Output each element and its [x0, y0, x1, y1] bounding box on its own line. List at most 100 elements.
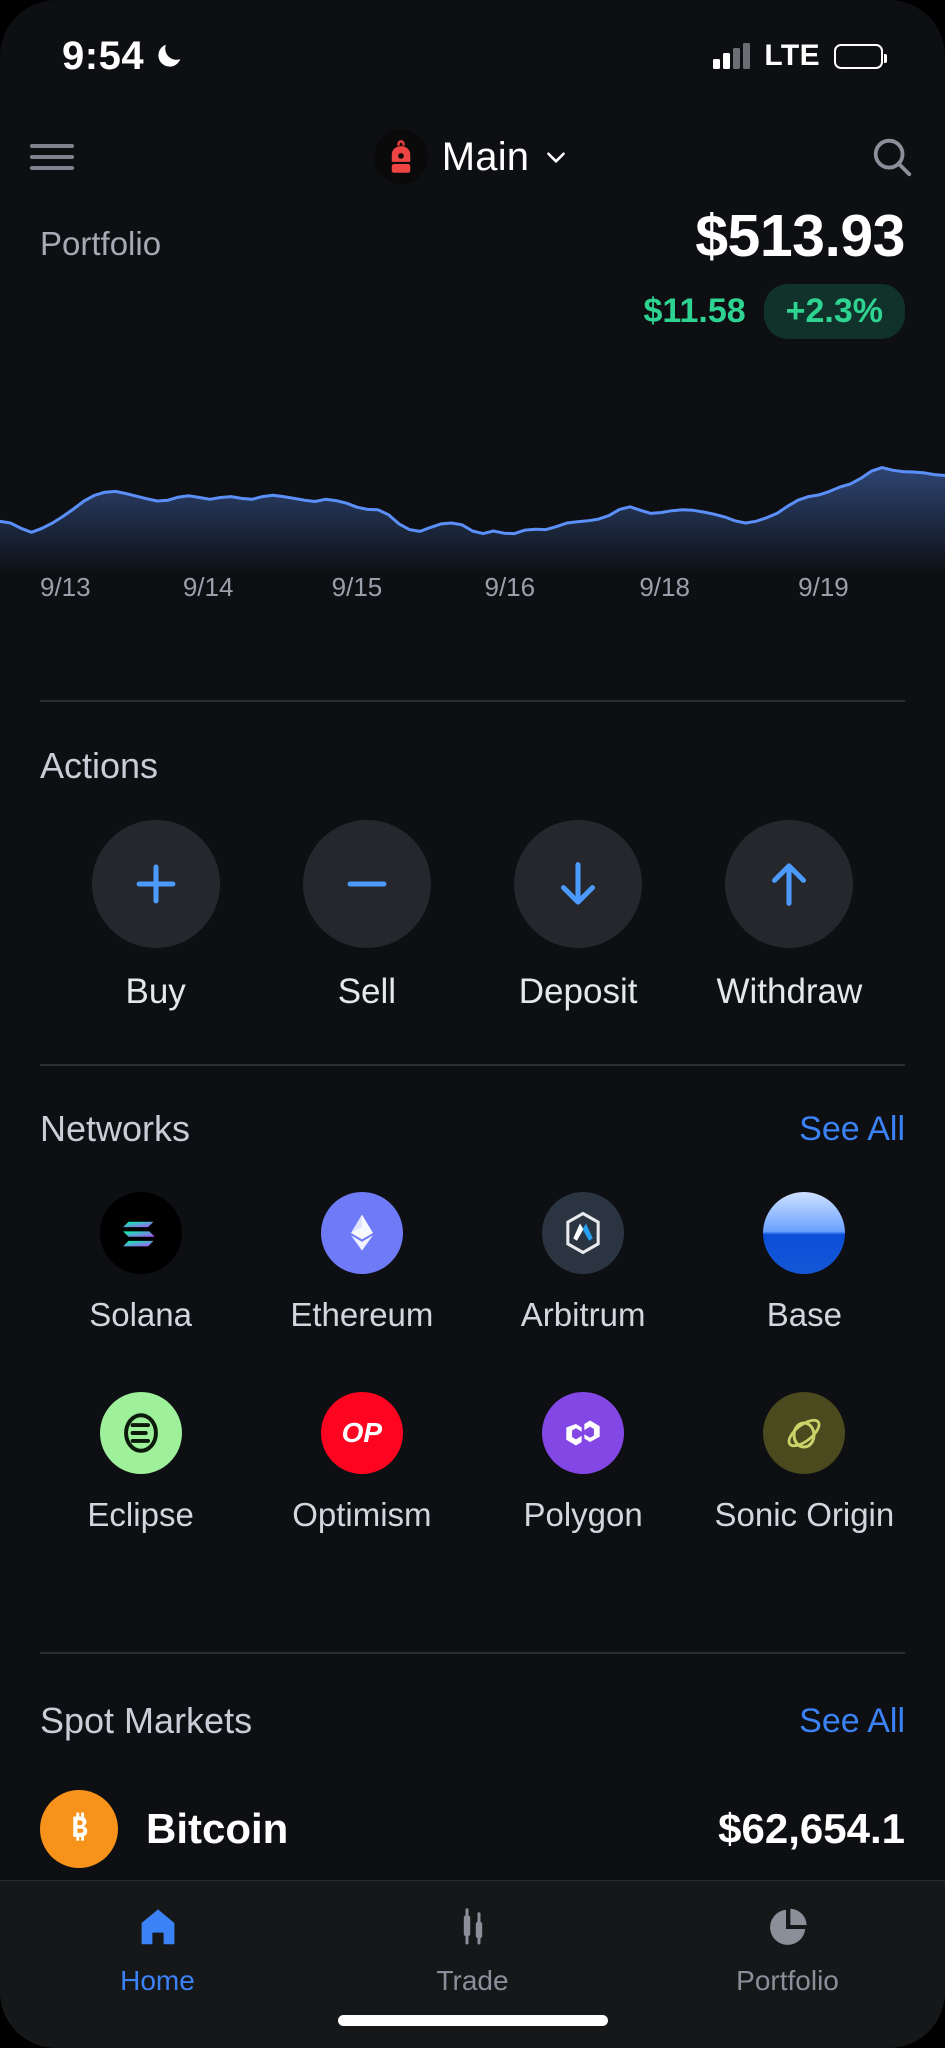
backpack-glyph-icon [384, 138, 418, 176]
network-label: Solana [89, 1296, 192, 1334]
network-label: Eclipse [87, 1496, 193, 1534]
spot-markets-section-header: Spot Markets See All [0, 1700, 945, 1742]
network-label: Polygon [523, 1496, 642, 1534]
networks-grid: Solana Ethereum Arbitrum [0, 1192, 945, 1592]
network-label: Sonic Origin [715, 1496, 895, 1534]
withdraw-button[interactable]: Withdraw [684, 820, 895, 1012]
portfolio-change-amount: $11.58 [644, 292, 746, 331]
status-bar-right: LTE [713, 39, 883, 73]
market-price: $62,654.1 [718, 1805, 905, 1853]
networks-see-all-link[interactable]: See All [799, 1110, 905, 1149]
chart-tick-label: 9/18 [605, 572, 760, 603]
divider [40, 1652, 905, 1654]
arrow-down-icon [549, 855, 607, 913]
tab-portfolio[interactable]: Portfolio [630, 1903, 945, 1997]
portfolio-label: Portfolio [40, 207, 161, 263]
status-bar: 9:54 LTE [0, 0, 945, 112]
sell-icon-circle [303, 820, 431, 948]
eclipse-glyph-icon [113, 1405, 169, 1461]
actions-row: Buy Sell Deposit Withdr [0, 820, 945, 1012]
portfolio-total-value: $513.93 [644, 207, 905, 266]
tab-trade[interactable]: Trade [315, 1903, 630, 1997]
networks-section-header: Networks See All [0, 1108, 945, 1150]
network-type-label: LTE [764, 39, 820, 73]
wallet-name-label: Main [442, 135, 530, 180]
app-screen: 9:54 LTE Mai [0, 0, 945, 2048]
network-item-solana[interactable]: Solana [30, 1192, 251, 1334]
portfolio-values: $513.93 $11.58 +2.3% [644, 207, 905, 339]
chart-tick-label: 9/13 [26, 572, 161, 603]
networks-title: Networks [40, 1108, 190, 1150]
hamburger-menu-icon[interactable] [30, 141, 74, 173]
bitcoin-icon [40, 1790, 118, 1868]
search-icon[interactable] [869, 134, 915, 180]
chart-area-fill [0, 468, 945, 570]
network-label: Arbitrum [521, 1296, 646, 1334]
portfolio-summary: Portfolio $513.93 $11.58 +2.3% [0, 207, 945, 339]
solana-icon [100, 1192, 182, 1274]
table-row[interactable]: Bitcoin $62,654.1 [0, 1790, 945, 1868]
portfolio-change-percent-badge: +2.3% [764, 284, 905, 339]
plus-icon [127, 855, 185, 913]
deposit-button[interactable]: Deposit [473, 820, 684, 1012]
battery-icon [834, 44, 883, 69]
portfolio-chart-svg [0, 440, 945, 570]
minus-icon [338, 855, 396, 913]
withdraw-icon-circle [725, 820, 853, 948]
sell-button[interactable]: Sell [261, 820, 472, 1012]
tab-home[interactable]: Home [0, 1903, 315, 1997]
network-item-sonic-origin[interactable]: Sonic Origin [694, 1392, 915, 1534]
chart-tick-label: 9/16 [452, 572, 605, 603]
actions-section-header: Actions [0, 745, 945, 787]
portfolio-chart[interactable] [0, 440, 945, 570]
home-icon [134, 1903, 182, 1951]
network-item-base[interactable]: Base [694, 1192, 915, 1334]
deposit-icon-circle [514, 820, 642, 948]
status-time: 9:54 [62, 34, 144, 79]
solana-glyph-icon [116, 1208, 166, 1258]
network-label: Base [767, 1296, 842, 1334]
eclipse-icon [100, 1392, 182, 1474]
withdraw-label: Withdraw [716, 972, 862, 1012]
market-name: Bitcoin [146, 1805, 288, 1853]
network-item-eclipse[interactable]: Eclipse [30, 1392, 251, 1534]
network-item-ethereum[interactable]: Ethereum [251, 1192, 472, 1334]
sonic-origin-glyph-icon [780, 1409, 828, 1457]
candlestick-icon [449, 1903, 497, 1951]
divider [40, 700, 905, 702]
buy-icon-circle [92, 820, 220, 948]
network-item-polygon[interactable]: Polygon [473, 1392, 694, 1534]
arrow-up-icon [760, 855, 818, 913]
portfolio-change: $11.58 +2.3% [644, 284, 905, 339]
tab-trade-label: Trade [436, 1965, 508, 1997]
buy-label: Buy [125, 972, 185, 1012]
wallet-selector[interactable]: Main [374, 130, 570, 184]
network-item-optimism[interactable]: OP Optimism [251, 1392, 472, 1534]
moon-icon [154, 41, 184, 71]
tab-portfolio-label: Portfolio [736, 1965, 839, 1997]
optimism-icon: OP [321, 1392, 403, 1474]
home-indicator [338, 2015, 608, 2026]
signal-bars-icon [713, 43, 750, 69]
chart-x-axis: 9/13 9/14 9/15 9/16 9/18 9/19 [0, 572, 945, 603]
network-label: Optimism [292, 1496, 431, 1534]
polygon-icon [542, 1392, 624, 1474]
buy-button[interactable]: Buy [50, 820, 261, 1012]
optimism-op-label: OP [342, 1417, 382, 1449]
bitcoin-glyph-icon [56, 1806, 102, 1852]
pie-chart-icon [764, 1903, 812, 1951]
app-header: Main [0, 112, 945, 202]
ethereum-icon [321, 1192, 403, 1274]
ethereum-glyph-icon [340, 1211, 384, 1255]
spot-markets-see-all-link[interactable]: See All [799, 1702, 905, 1741]
network-item-arbitrum[interactable]: Arbitrum [473, 1192, 694, 1334]
arbitrum-icon [542, 1192, 624, 1274]
chart-tick-label: 9/19 [760, 572, 919, 603]
polygon-glyph-icon [560, 1410, 606, 1456]
actions-title: Actions [40, 745, 158, 787]
tab-home-label: Home [120, 1965, 195, 1997]
chevron-down-icon[interactable] [543, 144, 569, 170]
sonic-origin-icon [763, 1392, 845, 1474]
backpack-avatar-icon [374, 130, 428, 184]
spot-markets-title: Spot Markets [40, 1700, 252, 1742]
